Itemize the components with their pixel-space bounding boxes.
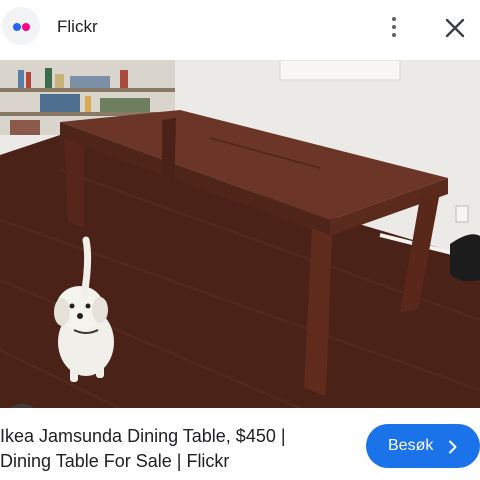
- logo-blue-dot: [13, 23, 21, 31]
- top-bar: Flickr: [0, 0, 480, 56]
- site-name: Flickr: [57, 17, 98, 36]
- product-image[interactable]: [0, 60, 480, 408]
- product-photo-scene: [0, 60, 480, 408]
- result-title[interactable]: Ikea Jamsunda Dining Table, $450 | Dinin…: [0, 424, 350, 474]
- more-vert-icon[interactable]: [384, 14, 404, 40]
- result-title-line2: Dining Table For Sale | Flickr: [0, 451, 230, 471]
- chevron-right-icon: [449, 440, 457, 454]
- google-lens-icon: [0, 404, 44, 408]
- flickr-logo-icon: [2, 7, 40, 45]
- result-title-line1: Ikea Jamsunda Dining Table, $450 |: [0, 426, 286, 446]
- close-icon[interactable]: [440, 13, 470, 43]
- google-lens-button[interactable]: [0, 404, 44, 408]
- visit-button-label: Besøk: [388, 437, 434, 454]
- visit-button[interactable]: Besøk: [366, 424, 480, 468]
- logo-pink-dot: [22, 23, 30, 31]
